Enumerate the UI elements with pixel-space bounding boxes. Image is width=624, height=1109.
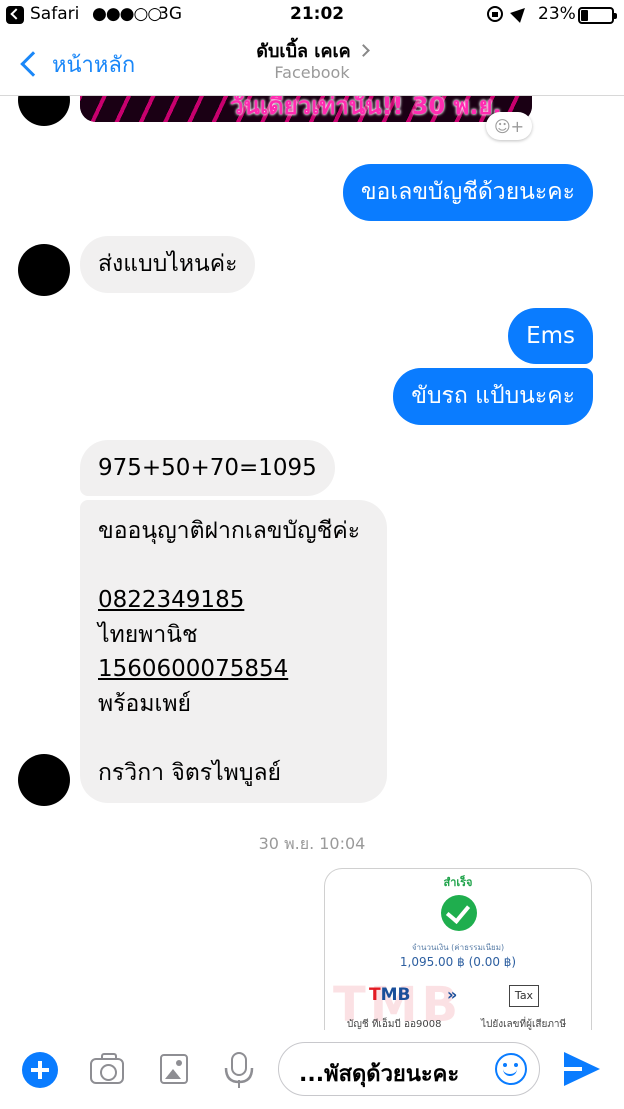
bank-logo: TMB [369,985,410,1005]
message-incoming[interactable]: 975+50+70=1095 [80,440,335,496]
send-icon[interactable] [564,1052,600,1086]
contact-name-text: ดับเบิ้ล เคเค [256,41,351,62]
checkmark-icon [441,895,477,931]
phone-number-link[interactable]: 0822349185 [98,583,369,618]
contact-avatar[interactable] [18,754,70,806]
network-type: 3G [158,4,182,24]
message-incoming-account-details[interactable]: ขออนุญาติฝากเลขบัญชีค่ะ 0822349185 ไทยพา… [80,500,387,803]
microphone-icon[interactable] [224,1052,254,1088]
rotation-lock-icon [487,6,503,22]
microphone-stand [224,1067,254,1084]
message-input-value: ...พัสดุด้วยนะคะ [299,1062,460,1087]
contact-avatar[interactable] [18,244,70,296]
receipt-amount: 1,095.00 ฿ (0.00 ฿) [399,955,517,969]
account-number-link[interactable]: 1560600075854 [98,652,369,687]
message-outgoing[interactable]: ขับรถ แป้บนะคะ [393,368,593,425]
message-line: พร้อมเพย์ [98,690,191,717]
receipt-amount-label: จำนวนเงิน (ค่าธรรมเนียม) [411,943,505,952]
tax-icon: Tax [509,985,539,1007]
conversation-header: หน้าหลัก ดับเบิ้ล เคเค Facebook [0,32,624,96]
receipt-status: สำเร็จ [443,876,473,889]
receipt-to-account: ไปยังเลขที่ผู้เสียภาษี [481,1019,567,1030]
bank-logo-text: T [369,985,381,1005]
promo-image-message[interactable]: วันเดียวเท่านั้น!! 30 พ.ย. 60 [80,92,532,122]
clock: 21:02 [290,4,345,24]
receipt-from-account: บัญชี ทีเอ็มบี ออ9008 [347,1019,442,1030]
message-composer: ...พัสดุด้วยนะคะ [0,1030,624,1109]
contact-subtitle: Facebook [274,63,350,82]
message-line: กรวิกา จิตรไพบูลย์ [98,759,282,786]
plus-icon[interactable] [22,1052,58,1088]
battery-percentage: 23% [538,4,576,24]
add-reaction-icon: ☺+ [493,116,525,136]
message-incoming[interactable]: ส่งแบบไหนค่ะ [80,236,256,293]
back-to-app-icon[interactable] [6,6,24,24]
message-line: ไทยพานิช [98,621,198,648]
message-timestamp: 30 พ.ย. 10:04 [258,834,366,853]
message-input[interactable]: ...พัสดุด้วยนะคะ [278,1042,540,1096]
camera-icon[interactable] [90,1053,124,1084]
add-reaction-button[interactable]: ☺+ [486,112,532,140]
contact-name[interactable]: ดับเบิ้ล เคเค [0,36,624,65]
bank-logo-text-rest: MB [380,985,411,1005]
gallery-icon[interactable] [160,1054,188,1084]
battery-icon [578,7,617,24]
promo-image-text: วันเดียวเท่านั้น!! 30 พ.ย. 60 [230,92,502,120]
message-line: ขออนุญาติฝากเลขบัญชีค่ะ [98,518,361,544]
chevron-right-icon [356,44,370,57]
location-arrow-icon [510,3,530,23]
transfer-receipt-image[interactable]: สำเร็จ จำนวนเงิน (ค่าธรรมเนียม) 1,095.00… [324,868,592,1030]
back-app-name[interactable]: Safari [30,4,79,24]
transfer-arrow-icon: » [447,985,458,1004]
status-bar: Safari ●●●○○ 3G 21:02 23% [0,0,624,32]
signal-strength: ●●●○○ [92,4,162,24]
message-outgoing[interactable]: ขอเลขบัญชีด้วยนะคะ [342,164,593,221]
emoji-icon[interactable] [495,1053,527,1085]
battery-fill [581,10,589,21]
message-outgoing[interactable]: Ems [508,308,593,364]
